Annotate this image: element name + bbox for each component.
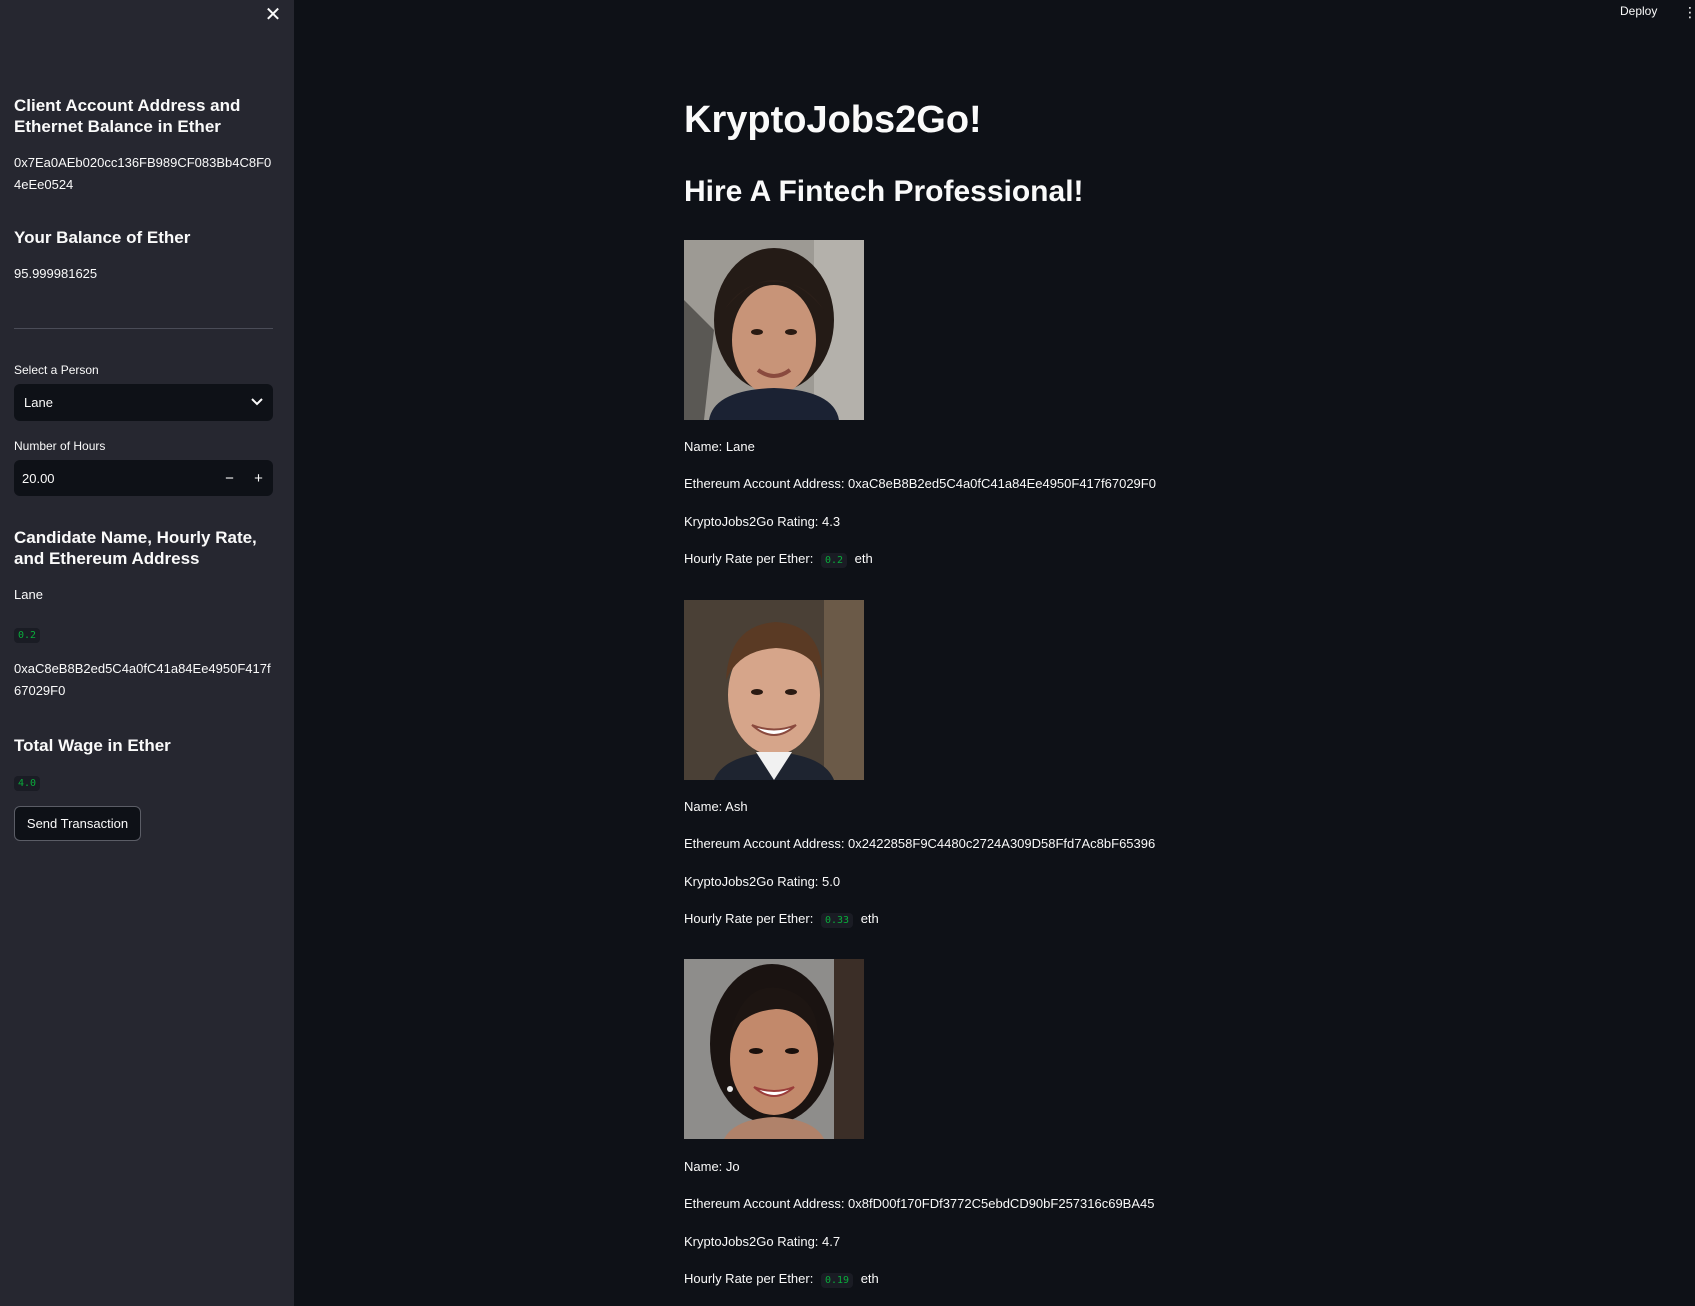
kebab-menu-icon[interactable]: ⋮ [1683, 4, 1695, 21]
rate-prefix: Hourly Rate per Ether: [684, 911, 814, 926]
candidate-rating-ash: KryptoJobs2Go Rating: 5.0 [684, 874, 841, 889]
rate-suffix: eth [860, 911, 879, 926]
candidate-photo-jo [684, 959, 864, 1139]
candidate-photo-ash [684, 600, 864, 780]
select-person-value: Lane [24, 395, 53, 410]
hours-input[interactable]: 20.00 [14, 471, 215, 486]
rate-value: 0.2 [820, 553, 848, 568]
plus-icon[interactable]: + [244, 460, 273, 496]
rate-prefix: Hourly Rate per Ether: [684, 551, 814, 566]
hours-stepper[interactable]: 20.00 − + [14, 460, 273, 496]
minus-icon[interactable]: − [215, 460, 244, 496]
candidate-photo-lane [684, 240, 864, 420]
sidebar: ✕ Client Account Address and Ethernet Ba… [0, 0, 294, 1306]
wage-value-wrap: 4.0 [14, 773, 41, 791]
balance-heading: Your Balance of Ether [14, 228, 191, 247]
candidate-address-jo: Ethereum Account Address: 0x8fD00f170FDf… [684, 1196, 1155, 1211]
candidate-address: 0xaC8eB8B2ed5C4a0fC41a84Ee4950F417f67029… [14, 661, 271, 698]
select-person-label: Select a Person [14, 363, 99, 377]
deploy-button[interactable]: Deploy [1620, 4, 1657, 18]
wage-value: 4.0 [14, 776, 41, 791]
candidate-heading: Candidate Name, Hourly Rate, and Ethereu… [14, 528, 257, 568]
candidate-rate: 0.2 [14, 628, 41, 643]
candidate-rate-line-ash: Hourly Rate per Ether: 0.33 eth [684, 910, 879, 930]
rate-value: 0.33 [820, 913, 854, 928]
balance-value: 95.999981625 [14, 266, 98, 281]
candidate-address-lane: Ethereum Account Address: 0xaC8eB8B2ed5C… [684, 476, 1156, 491]
app-root: ✕ Client Account Address and Ethernet Ba… [0, 0, 1695, 1306]
wage-heading: Total Wage in Ether [14, 736, 171, 755]
rate-suffix: eth [860, 1271, 879, 1286]
account-address: 0x7Ea0AEb020cc136FB989CF083Bb4C8F04eEe05… [14, 155, 272, 192]
candidate-name-jo: Name: Jo [684, 1159, 740, 1174]
hours-label: Number of Hours [14, 439, 106, 453]
candidate-rate-line-jo: Hourly Rate per Ether: 0.19 eth [684, 1270, 879, 1290]
candidate-address-ash: Ethereum Account Address: 0x2422858F9C44… [684, 836, 1156, 851]
candidate-name-lane: Name: Lane [684, 439, 755, 454]
rate-prefix: Hourly Rate per Ether: [684, 1271, 814, 1286]
select-person-dropdown[interactable]: Lane [14, 384, 273, 421]
close-icon[interactable]: ✕ [263, 4, 283, 26]
send-transaction-button[interactable]: Send Transaction [14, 806, 141, 841]
chevron-down-icon [251, 397, 263, 409]
candidate-name-ash: Name: Ash [684, 799, 748, 814]
candidate-rate-line-lane: Hourly Rate per Ether: 0.2 eth [684, 550, 873, 570]
rate-value: 0.19 [820, 1273, 854, 1288]
candidate-rate-wrap: 0.2 [14, 625, 41, 643]
sidebar-divider [14, 328, 273, 329]
candidate-rating-jo: KryptoJobs2Go Rating: 4.7 [684, 1234, 841, 1249]
page-title: KryptoJobs2Go! [684, 99, 982, 141]
account-heading: Client Account Address and Ethernet Bala… [14, 96, 241, 136]
page-subtitle: Hire A Fintech Professional! [684, 175, 1084, 208]
rate-suffix: eth [854, 551, 873, 566]
candidate-name: Lane [14, 587, 43, 602]
candidate-rating-lane: KryptoJobs2Go Rating: 4.3 [684, 514, 841, 529]
